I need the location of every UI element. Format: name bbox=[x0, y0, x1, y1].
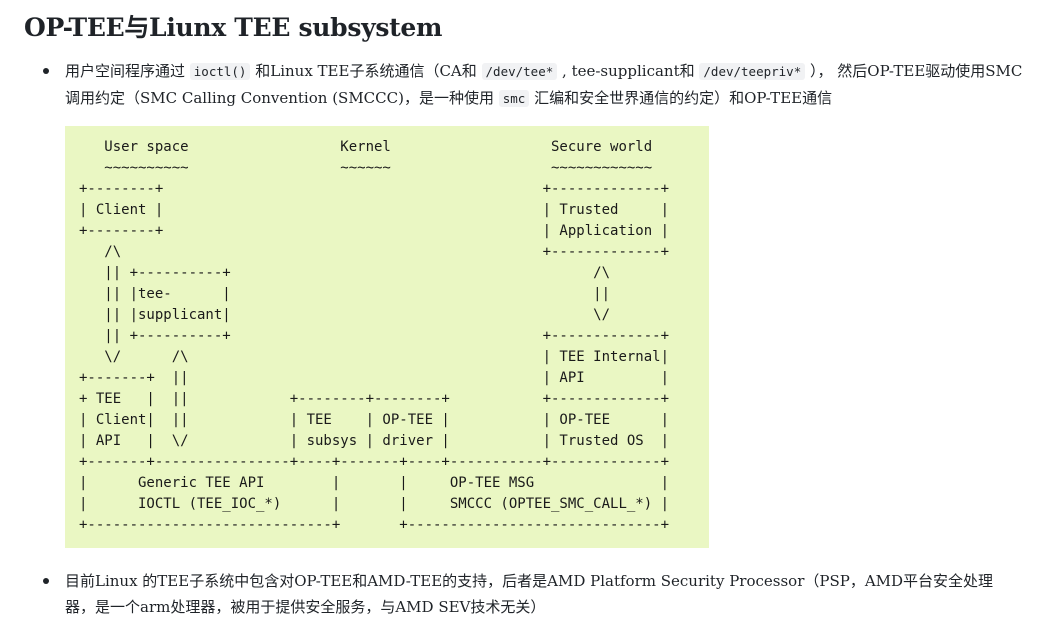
inline-code: /dev/tee* bbox=[481, 63, 558, 80]
code-line: || +----------+ /\ bbox=[79, 265, 611, 281]
code-line: ~~~~~~~~~~ ~~~~~~ ~~~~~~~~~~~~ bbox=[79, 160, 653, 176]
code-line: \/ /\ | TEE Internal| bbox=[79, 349, 670, 365]
code-line: +-------+ || | API | bbox=[79, 370, 670, 386]
code-line: User space Kernel Secure world bbox=[79, 139, 653, 155]
code-line: | API | \/ | subsys | driver | | Trusted… bbox=[79, 433, 670, 449]
list-item: 目前Linux 的TEE子系统中包含对OP-TEE和AMD-TEE的支持，后者是… bbox=[43, 568, 1023, 620]
paragraph: 目前Linux 的TEE子系统中包含对OP-TEE和AMD-TEE的支持，后者是… bbox=[65, 572, 994, 616]
text-span: , tee-supplicant和 bbox=[557, 62, 700, 80]
code-line: +--------+ +-------------+ bbox=[79, 181, 670, 197]
bullet-dot bbox=[43, 578, 49, 584]
text-span: 汇编和安全世界通信的约定）和OP-TEE通信 bbox=[529, 89, 833, 107]
inline-code: ioctl() bbox=[189, 63, 251, 80]
list-item: 用户空间程序通过 ioctl() 和Linux TEE子系统通信（CA和 /de… bbox=[43, 58, 1023, 112]
inline-code: smc bbox=[498, 90, 530, 107]
inline-code: /dev/teepriv* bbox=[699, 63, 806, 80]
code-line: + TEE | || +--------+--------+ +--------… bbox=[79, 391, 670, 407]
code-line: | Client | | Trusted | bbox=[79, 202, 670, 218]
code-block: User space Kernel Secure world ~~~~~~~~~… bbox=[65, 126, 709, 548]
text-span: 和Linux TEE子系统通信（CA和 bbox=[250, 62, 482, 80]
code-line: || |supplicant| \/ bbox=[79, 307, 611, 323]
text-span: 用户空间程序通过 bbox=[65, 62, 190, 80]
code-line: | IOCTL (TEE_IOC_*) | | SMCCC (OPTEE_SMC… bbox=[79, 496, 670, 512]
bullet-dot bbox=[43, 68, 49, 74]
page-title: OP-TEE与Liunx TEE subsystem bbox=[24, 13, 443, 42]
code-line: +-----------------------------+ +-------… bbox=[79, 517, 670, 533]
code-line: || +----------+ +-------------+ bbox=[79, 328, 670, 344]
paragraph: 用户空间程序通过 ioctl() 和Linux TEE子系统通信（CA和 /de… bbox=[65, 58, 1023, 112]
code-line: | Client| || | TEE | OP-TEE | | OP-TEE | bbox=[79, 412, 670, 428]
code-line: +--------+ | Application | bbox=[79, 223, 670, 239]
code-line: || |tee- | || bbox=[79, 286, 611, 302]
code-line: +-------+----------------+----+-------+-… bbox=[79, 454, 670, 470]
code-line: | Generic TEE API | | OP-TEE MSG | bbox=[79, 475, 670, 491]
code-line: /\ +-------------+ bbox=[79, 244, 670, 260]
